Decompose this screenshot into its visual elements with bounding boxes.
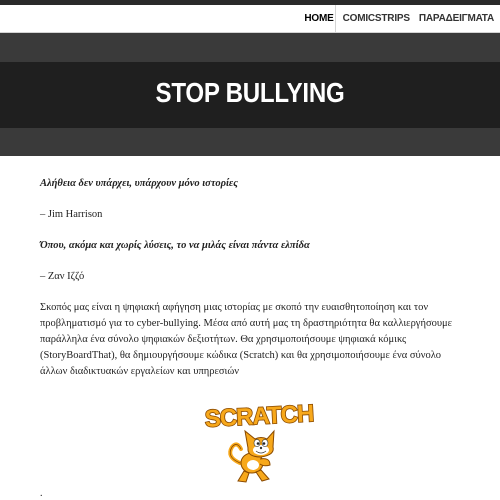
scratch-logo: SCRATCH [203, 395, 315, 485]
page-title: STOP BULLYING [155, 77, 345, 108]
scratch-cat-icon [228, 429, 275, 483]
quote-1-author: – Jim Harrison [40, 209, 103, 220]
main-content: Αλήθεια δεν υπάρχει, υπάρχουν μόνο ιστορ… [40, 176, 470, 380]
main-nav: HOME COMICSTRIPS ΠΑΡΑΔΕΙΓΜΑΤΑ [304, 5, 494, 32]
scratch-logo-graphic: SCRATCH [203, 399, 315, 483]
quote-2: Όπου, ακόμα και χωρίς λύσεις, το να μιλά… [40, 240, 310, 251]
scratch-logo-text: SCRATCH [204, 400, 314, 433]
trailing-dot: . [40, 488, 43, 499]
quote-2-author: – Ζαν Ιζζό [40, 271, 85, 282]
nav-item-home[interactable]: HOME [304, 13, 333, 24]
navbar: HOME COMICSTRIPS ΠΑΡΑΔΕΙΓΜΑΤΑ [0, 5, 500, 33]
quote-1: Αλήθεια δεν υπάρχει, υπάρχουν μόνο ιστορ… [40, 178, 238, 189]
nav-item-comicstrips[interactable]: COMICSTRIPS [343, 13, 410, 24]
intro-paragraph: Σκοπός μας είναι η ψηφιακή αφήγηση μιας … [40, 302, 453, 377]
nav-item-paradeigmata[interactable]: ΠΑΡΑΔΕΙΓΜΑΤΑ [419, 13, 494, 24]
hero-banner: STOP BULLYING [0, 33, 500, 156]
